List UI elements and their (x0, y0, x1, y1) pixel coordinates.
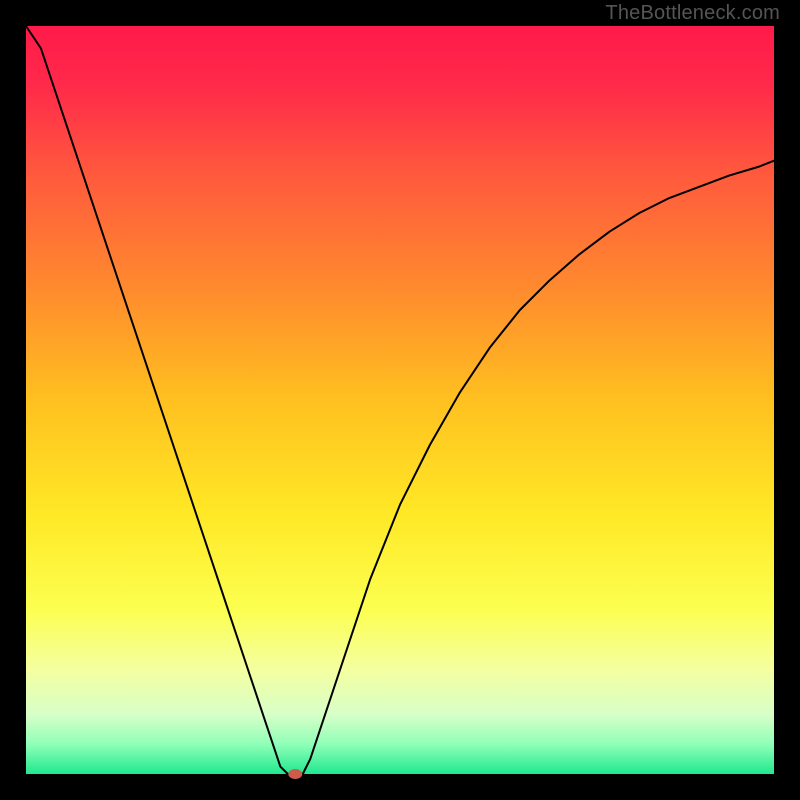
chart-container: TheBottleneck.com (0, 0, 800, 800)
watermark-text: TheBottleneck.com (605, 2, 780, 25)
optimal-point-marker (288, 769, 302, 779)
bottleneck-chart (0, 0, 800, 800)
plot-background (26, 26, 774, 774)
